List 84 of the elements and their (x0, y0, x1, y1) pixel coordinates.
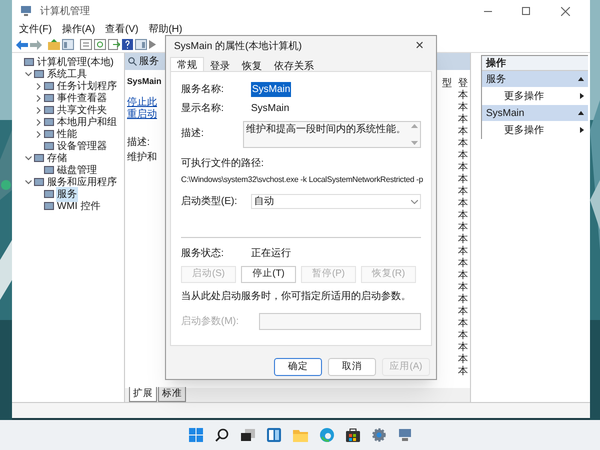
dialog-title: SysMain 的属性(本地计算机) (174, 40, 303, 54)
table-cell-text: 本 (458, 330, 469, 342)
tree-item[interactable]: 存储 (46, 150, 68, 166)
action-item[interactable]: 更多操作 (482, 121, 588, 139)
panel-title: 服务 (139, 55, 159, 69)
dialog-button[interactable]: 确定 (274, 358, 322, 376)
table-cell-text: 本 (458, 174, 469, 186)
table-cell-text: 本 (458, 270, 469, 282)
table-cell-text: 本 (458, 366, 469, 378)
note-text: 当从此处启动服务时，你可指定所适用的启动参数。 (181, 290, 412, 304)
tab[interactable]: 扩展 (129, 386, 157, 402)
field-label: 可执行文件的路径: (181, 156, 265, 171)
table-cell-text: 本 (458, 102, 469, 114)
table-cell-text: 本 (458, 354, 469, 366)
table-cell-text: 本 (458, 186, 469, 198)
tab[interactable]: 标准 (158, 386, 186, 402)
table-cell-text: 本 (458, 198, 469, 210)
table-cell-text: 本 (458, 306, 469, 318)
tree-item[interactable]: 共享文件夹 (56, 102, 108, 118)
column-header[interactable]: 型 (442, 76, 452, 90)
table-cell-text: 本 (458, 150, 469, 162)
table-cell-text: 本 (458, 138, 469, 150)
table-cell-text: 本 (458, 222, 469, 234)
tab[interactable]: 登录 (204, 59, 236, 71)
path-text: C:\Windows\system32\svchost.exe -k LocalSystemNetworkRestricted -p (181, 174, 421, 186)
table-cell-text: 本 (458, 90, 469, 102)
tree-item[interactable]: 服务和应用程序 (46, 174, 118, 190)
action-item[interactable]: 更多操作 (482, 87, 588, 105)
field-label: 服务状态: (181, 246, 225, 261)
table-cell-text: 本 (458, 126, 469, 138)
service-button[interactable]: 停止(T) (241, 266, 296, 283)
tree-item[interactable]: WMI 控件 (56, 198, 102, 214)
menu-item[interactable]: 查看(V) (102, 22, 142, 37)
table-cell-text: 本 (458, 162, 469, 174)
display-name-value: SysMain (251, 102, 290, 116)
tree-item[interactable]: 计算机管理(本地) (36, 54, 115, 70)
table-cell-text: 本 (458, 114, 469, 126)
tab[interactable]: 常规 (170, 57, 204, 71)
service-name-value: SysMain (251, 82, 292, 96)
action-label: 更多操作 (504, 124, 545, 138)
tab[interactable]: 恢复 (236, 59, 268, 71)
startup-type-dropdown[interactable]: 自动 (251, 194, 421, 209)
table-cell-text: 本 (458, 210, 469, 222)
tab[interactable]: 依存关系 (268, 59, 320, 71)
tree-item[interactable]: 磁盘管理 (56, 162, 98, 178)
section-header[interactable]: SysMain (482, 105, 588, 121)
field-label: 显示名称: (181, 102, 225, 116)
panel-title: 操作 (482, 56, 588, 71)
table-cell-text: 本 (458, 342, 469, 354)
field-label: 启动参数(M): (181, 314, 240, 329)
tree-item[interactable]: 系统工具 (46, 66, 88, 82)
column-header[interactable]: 登 (458, 76, 468, 90)
description-label: 描述: (127, 136, 150, 150)
section-header[interactable]: 服务 (482, 71, 588, 87)
table-cell-text: 本 (458, 318, 469, 330)
window-title: 计算机管理 (40, 4, 90, 18)
section-title: SysMain (486, 106, 526, 120)
dialog-button[interactable]: 取消 (328, 358, 376, 376)
link[interactable]: 重启动 (127, 108, 157, 121)
table-cell-text: 本 (458, 246, 469, 258)
tree-item[interactable]: 任务计划程序 (56, 78, 118, 94)
field-label: 启动类型(E): (181, 194, 238, 209)
service-title: SysMain (127, 75, 162, 88)
table-cell-text: 本 (458, 258, 469, 270)
tree-item[interactable]: 性能 (56, 126, 78, 142)
table-cell-text: 本 (458, 294, 469, 306)
link[interactable]: 停止此 (127, 96, 157, 109)
section-title: 服务 (486, 72, 507, 86)
menu-item[interactable]: 帮助(H) (145, 22, 186, 37)
action-label: 更多操作 (504, 90, 545, 104)
table-cell-text: 本 (458, 234, 469, 246)
field-label: 描述: (181, 126, 205, 141)
table-cell-text: 本 (458, 282, 469, 294)
description-text: 维护和 (127, 150, 157, 165)
status-value: 正在运行 (251, 246, 291, 261)
tree-item[interactable]: 设备管理器 (56, 138, 108, 154)
menu-item[interactable]: 文件(F) (16, 22, 55, 37)
close-button[interactable]: ✕ (415, 38, 424, 55)
field-label: 服务名称: (181, 82, 225, 96)
menu-item[interactable]: 操作(A) (58, 22, 98, 37)
tree-item[interactable]: 事件查看器 (56, 90, 108, 106)
tree-item[interactable]: 本地用户和组 (56, 114, 118, 130)
tree-item[interactable]: 服务 (56, 186, 78, 202)
description-text: 维护和提高一段时间内的系统性能。 (246, 122, 407, 137)
